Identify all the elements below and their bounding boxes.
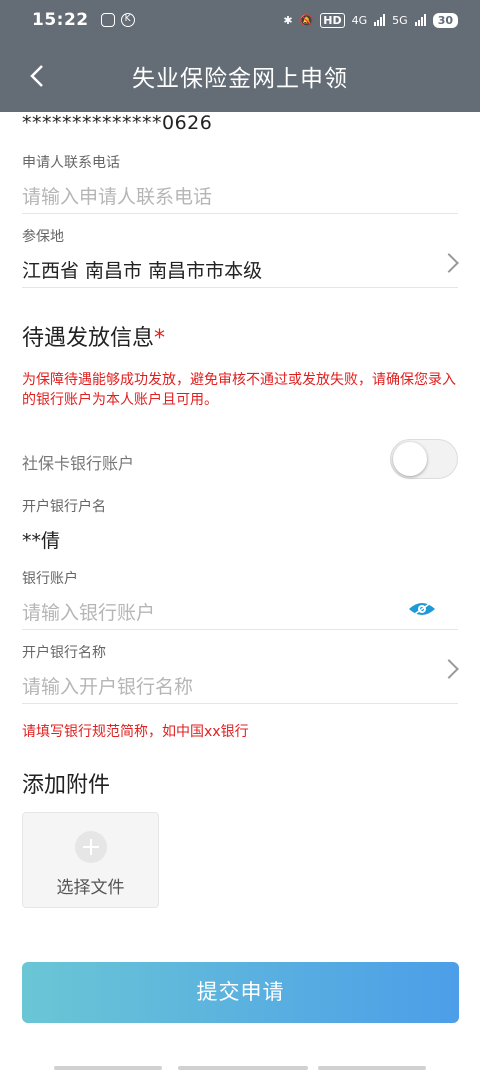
page-title: 失业保险金网上申领	[132, 66, 348, 92]
mute-icon: 🔕	[299, 13, 314, 27]
social-card-toggle[interactable]	[390, 439, 458, 479]
gesture-bar-right	[318, 1066, 426, 1070]
benefit-warning: 为保障待遇能够成功发放，避免审核不通过或发放失败，请确保您录入的银行账户为本人账…	[22, 372, 456, 408]
insured-area-field[interactable]: 参保地 江西省 南昌市 南昌市市本级	[22, 226, 459, 288]
bank-account-label: 银行账户	[22, 571, 78, 587]
gesture-bar-left	[54, 1066, 162, 1070]
network-4g-label: 4G	[351, 13, 368, 27]
app-notification-icon	[100, 13, 115, 27]
gesture-bar-center[interactable]	[178, 1066, 308, 1070]
masked-id-number: **************0626	[22, 112, 213, 134]
bluetooth-icon: ✱	[283, 13, 293, 27]
insured-area-label: 参保地	[22, 229, 64, 245]
select-file-button[interactable]: 选择文件	[22, 812, 159, 908]
benefit-section-title: 待遇发放信息*	[22, 320, 165, 352]
phone-field[interactable]: 申请人联系电话 请输入申请人联系电话	[22, 152, 458, 214]
phone-input[interactable]: 请输入申请人联系电话	[22, 182, 458, 209]
nav-bar: 失业保险金网上申领	[0, 40, 480, 112]
toggle-knob	[393, 442, 427, 476]
back-arrow-icon[interactable]	[24, 62, 52, 90]
bank-account-input[interactable]: 请输入银行账户	[22, 598, 458, 625]
signal-4g-icon	[374, 14, 386, 26]
clock: 15:22	[32, 10, 89, 30]
account-name-field: 开户银行户名 **倩	[22, 496, 458, 558]
required-mark: *	[154, 326, 166, 351]
bank-name-hint: 请填写银行规范简称，如中国xx银行	[22, 724, 249, 740]
bank-account-field[interactable]: 银行账户 请输入银行账户	[22, 568, 458, 630]
benefit-section-title-text: 待遇发放信息	[22, 326, 155, 351]
hd-icon: HD	[320, 12, 345, 28]
network-5g-label: 5G	[392, 13, 408, 27]
bank-name-input[interactable]: 请输入开户银行名称	[22, 672, 458, 699]
attachments-title: 添加附件	[22, 773, 111, 798]
plus-icon	[74, 831, 107, 863]
eye-icon[interactable]	[408, 600, 436, 618]
signal-5g-icon	[414, 14, 426, 26]
bank-name-field[interactable]: 开户银行名称 请输入开户银行名称	[22, 642, 459, 704]
bank-name-label: 开户银行名称	[22, 645, 106, 661]
submit-button[interactable]: 提交申请	[22, 962, 459, 1023]
account-name-label: 开户银行户名	[22, 499, 106, 515]
k-notification-icon: K	[120, 13, 135, 27]
battery-indicator: 30	[432, 12, 458, 28]
insured-area-value[interactable]: 江西省 南昌市 南昌市市本级	[22, 256, 458, 283]
status-bar: 15:22 K ✱ 🔕 HD 4G 5G 30	[0, 0, 480, 40]
select-file-label: 选择文件	[56, 878, 125, 898]
account-name-value: **倩	[22, 530, 61, 552]
phone-label: 申请人联系电话	[22, 155, 120, 171]
